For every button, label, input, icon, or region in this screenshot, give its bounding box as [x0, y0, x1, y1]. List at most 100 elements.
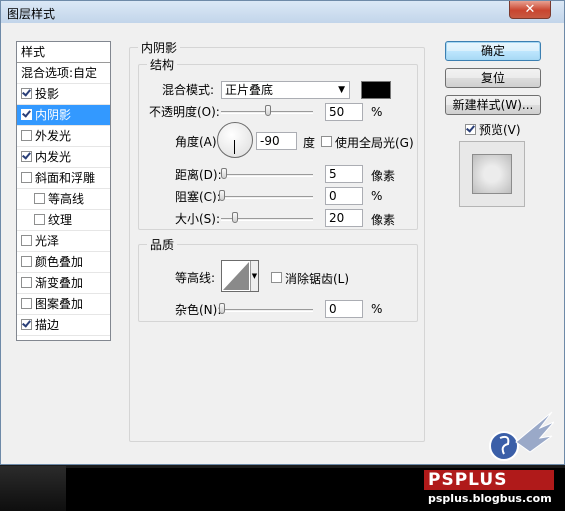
style-list-item[interactable]: 等高线 [17, 189, 110, 210]
watermark-brand: PSPLUS [424, 470, 554, 490]
style-list-item[interactable]: 混合选项:自定 [17, 63, 110, 84]
style-list-item[interactable]: 投影 [17, 84, 110, 105]
style-list-item[interactable]: 颜色叠加 [17, 252, 110, 273]
quality-title: 品质 [147, 236, 178, 253]
watermark: PSPLUS psplus.blogbus.com [424, 470, 554, 508]
style-list-item-label: 斜面和浮雕 [35, 171, 96, 185]
style-list-item-label: 图案叠加 [35, 297, 84, 311]
style-enable-checkbox[interactable] [34, 193, 45, 204]
noise-input[interactable]: 0 [325, 300, 363, 318]
style-enable-checkbox[interactable] [21, 109, 32, 120]
opacity-label: 不透明度(O): [149, 105, 220, 119]
opacity-input[interactable]: 50 [325, 103, 363, 121]
style-list-item[interactable]: 渐变叠加 [17, 273, 110, 294]
style-list-item-label: 外发光 [35, 129, 72, 143]
style-list-item-label: 混合选项:自定 [21, 66, 98, 80]
opacity-slider-thumb[interactable] [265, 105, 271, 116]
choke-slider-thumb[interactable] [219, 190, 225, 201]
style-preview-box [459, 141, 525, 207]
preview-checkbox[interactable] [465, 124, 476, 135]
size-label: 大小(S): [175, 212, 221, 226]
preview-label: 预览(V) [479, 123, 521, 137]
chevron-down-icon: ▼ [338, 85, 345, 95]
distance-unit: 像素 [371, 169, 396, 183]
style-list-item-label: 纹理 [48, 213, 73, 227]
style-list-item-label: 内阴影 [35, 108, 72, 122]
reset-button[interactable]: 复位 [445, 68, 541, 88]
style-list-item-label: 描边 [35, 318, 60, 332]
opacity-unit: % [371, 105, 383, 119]
title-bar[interactable]: 图层样式 ✕ [1, 1, 564, 23]
style-list-item-label: 颜色叠加 [35, 255, 84, 269]
structure-title: 结构 [147, 56, 178, 73]
distance-slider-thumb[interactable] [221, 168, 227, 179]
layer-style-dialog: 图层样式 ✕ 样式 混合选项:自定 投影 内阴影 外发光 内发光 斜面和浮雕 等高线 纹理 光泽… [0, 0, 565, 465]
style-enable-checkbox[interactable] [21, 235, 32, 246]
shadow-color-swatch[interactable] [361, 81, 391, 99]
anti-alias-checkbox[interactable] [271, 272, 282, 283]
style-preview-swatch [472, 154, 512, 194]
inner-shadow-group: 内阴影 结构 混合模式: 正片叠底 ▼ 不透明度(O): 50 % 角度(A):… [129, 39, 425, 442]
choke-unit: % [371, 189, 383, 203]
angle-dial[interactable] [217, 122, 253, 158]
taskbar-strip [0, 466, 66, 511]
style-list-item[interactable]: 内发光 [17, 147, 110, 168]
style-enable-checkbox[interactable] [21, 130, 32, 141]
watermark-url: psplus.blogbus.com [428, 492, 552, 505]
style-list-item-label: 光泽 [35, 234, 60, 248]
ok-button[interactable]: 确定 [445, 41, 541, 61]
style-list-item[interactable]: 光泽 [17, 231, 110, 252]
distance-input[interactable]: 5 [325, 165, 363, 183]
angle-unit: 度 [303, 136, 316, 150]
style-enable-checkbox[interactable] [21, 319, 32, 330]
inner-shadow-title: 内阴影 [138, 39, 181, 56]
angle-needle [234, 140, 235, 154]
style-list-item[interactable]: 纹理 [17, 210, 110, 231]
choke-label: 阻塞(C): [175, 190, 221, 204]
size-input[interactable]: 20 [325, 209, 363, 227]
style-enable-checkbox[interactable] [21, 88, 32, 99]
anti-alias-label: 消除锯齿(L) [285, 272, 350, 286]
style-list-item[interactable]: 内阴影 [17, 105, 110, 126]
style-enable-checkbox[interactable] [21, 172, 32, 183]
style-list-item-label: 投影 [35, 87, 60, 101]
style-list-item[interactable]: 描边 [17, 315, 110, 336]
style-list-item-label: 渐变叠加 [35, 276, 84, 290]
style-list-item[interactable]: 斜面和浮雕 [17, 168, 110, 189]
style-list-item-label: 内发光 [35, 150, 72, 164]
global-light-checkbox[interactable] [321, 136, 332, 147]
blend-mode-label: 混合模式: [162, 83, 215, 97]
size-slider-thumb[interactable] [232, 212, 238, 223]
close-button[interactable]: ✕ [509, 1, 551, 19]
choke-input[interactable]: 0 [325, 187, 363, 205]
size-unit: 像素 [371, 213, 396, 227]
style-enable-checkbox[interactable] [34, 214, 45, 225]
angle-label: 角度(A): [175, 135, 221, 149]
noise-slider-thumb[interactable] [219, 303, 225, 314]
style-list-item[interactable]: 图案叠加 [17, 294, 110, 315]
style-enable-checkbox[interactable] [21, 298, 32, 309]
style-list-item-label: 等高线 [48, 192, 85, 206]
choke-slider-track[interactable] [221, 196, 313, 199]
structure-group: 结构 混合模式: 正片叠底 ▼ 不透明度(O): 50 % 角度(A): -90… [138, 56, 418, 230]
noise-unit: % [371, 302, 383, 316]
new-style-button[interactable]: 新建样式(W)... [445, 95, 541, 115]
angle-input[interactable]: -90 [256, 132, 297, 150]
close-icon: ✕ [524, 2, 536, 17]
style-list-header[interactable]: 样式 [17, 42, 110, 63]
noise-slider-track[interactable] [221, 309, 313, 312]
contour-picker[interactable]: ▼ [221, 260, 259, 292]
distance-slider-track[interactable] [221, 174, 313, 177]
global-light-label: 使用全局光(G) [335, 136, 414, 150]
quality-group: 品质 等高线: ▼ 消除锯齿(L) 杂色(N): 0 % [138, 236, 418, 322]
style-enable-checkbox[interactable] [21, 277, 32, 288]
style-enable-checkbox[interactable] [21, 256, 32, 267]
style-list-item[interactable]: 外发光 [17, 126, 110, 147]
chevron-down-icon[interactable]: ▼ [250, 261, 258, 291]
window-title: 图层样式 [7, 7, 56, 21]
noise-label: 杂色(N): [175, 303, 222, 317]
contour-preview-icon [223, 262, 249, 290]
wing-logo-icon [470, 408, 555, 468]
style-enable-checkbox[interactable] [21, 151, 32, 162]
blend-mode-select[interactable]: 正片叠底 ▼ [221, 81, 350, 99]
